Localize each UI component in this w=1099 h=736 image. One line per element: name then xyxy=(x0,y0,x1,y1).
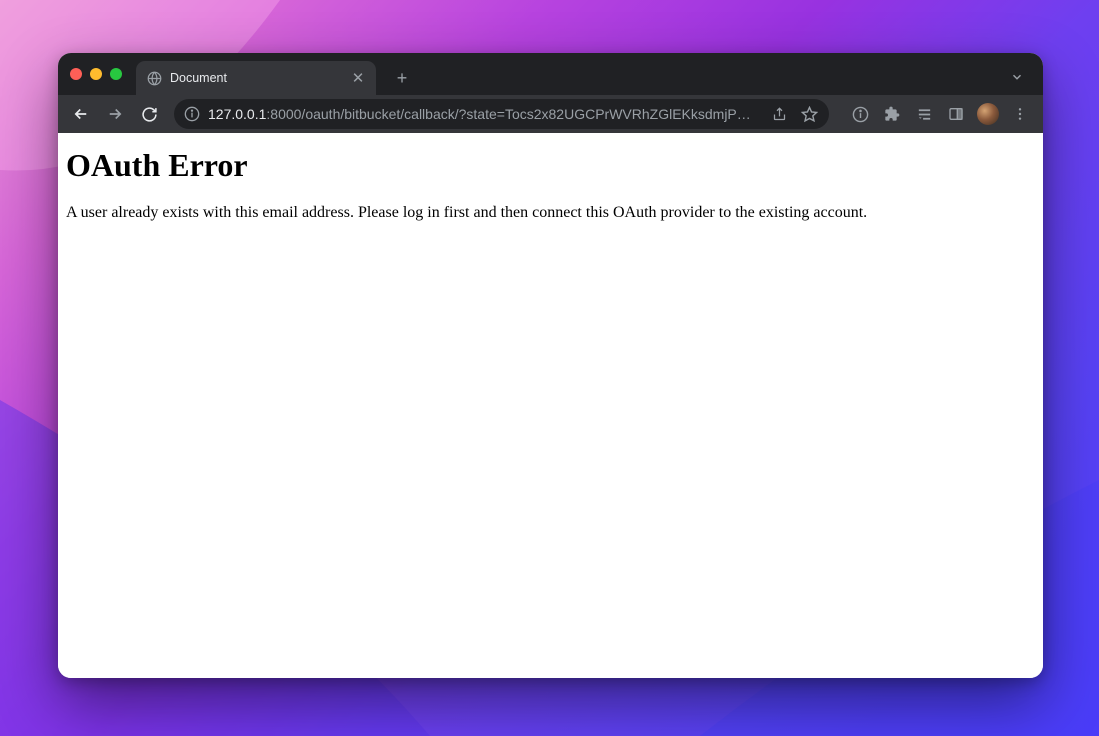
maximize-window-button[interactable] xyxy=(110,68,122,80)
error-message: A user already exists with this email ad… xyxy=(66,202,1035,224)
minimize-window-button[interactable] xyxy=(90,68,102,80)
page-heading: OAuth Error xyxy=(66,147,1035,184)
url-path: :8000/oauth/bitbucket/callback/?state=To… xyxy=(266,106,750,122)
tab-title: Document xyxy=(170,71,342,85)
close-tab-button[interactable]: ✕ xyxy=(350,70,366,86)
bookmark-star-icon[interactable] xyxy=(799,104,819,124)
url-text[interactable]: 127.0.0.1:8000/oauth/bitbucket/callback/… xyxy=(208,106,761,122)
side-panel-icon[interactable] xyxy=(941,99,971,129)
new-tab-button[interactable]: + xyxy=(388,64,416,92)
browser-chrome: Document ✕ + xyxy=(58,53,1043,133)
back-button[interactable] xyxy=(66,99,96,129)
browser-window: Document ✕ + xyxy=(58,53,1043,678)
browser-tab[interactable]: Document ✕ xyxy=(136,61,376,95)
window-controls xyxy=(70,68,122,80)
page-content: OAuth Error A user already exists with t… xyxy=(58,133,1043,678)
address-actions xyxy=(769,104,819,124)
site-info-icon[interactable] xyxy=(184,106,200,122)
reading-list-icon[interactable] xyxy=(909,99,939,129)
tab-strip: Document ✕ + xyxy=(58,53,1043,95)
close-window-button[interactable] xyxy=(70,68,82,80)
address-bar[interactable]: 127.0.0.1:8000/oauth/bitbucket/callback/… xyxy=(174,99,829,129)
toolbar: 127.0.0.1:8000/oauth/bitbucket/callback/… xyxy=(58,95,1043,133)
share-icon[interactable] xyxy=(769,104,789,124)
toolbar-right xyxy=(845,99,1035,129)
kebab-menu-icon[interactable] xyxy=(1005,99,1035,129)
reload-button[interactable] xyxy=(134,99,164,129)
profile-avatar[interactable] xyxy=(977,103,999,125)
tab-overflow-button[interactable] xyxy=(1003,63,1031,91)
forward-button[interactable] xyxy=(100,99,130,129)
extensions-icon[interactable] xyxy=(877,99,907,129)
url-host: 127.0.0.1 xyxy=(208,106,266,122)
globe-icon xyxy=(146,70,162,86)
info-icon[interactable] xyxy=(845,99,875,129)
